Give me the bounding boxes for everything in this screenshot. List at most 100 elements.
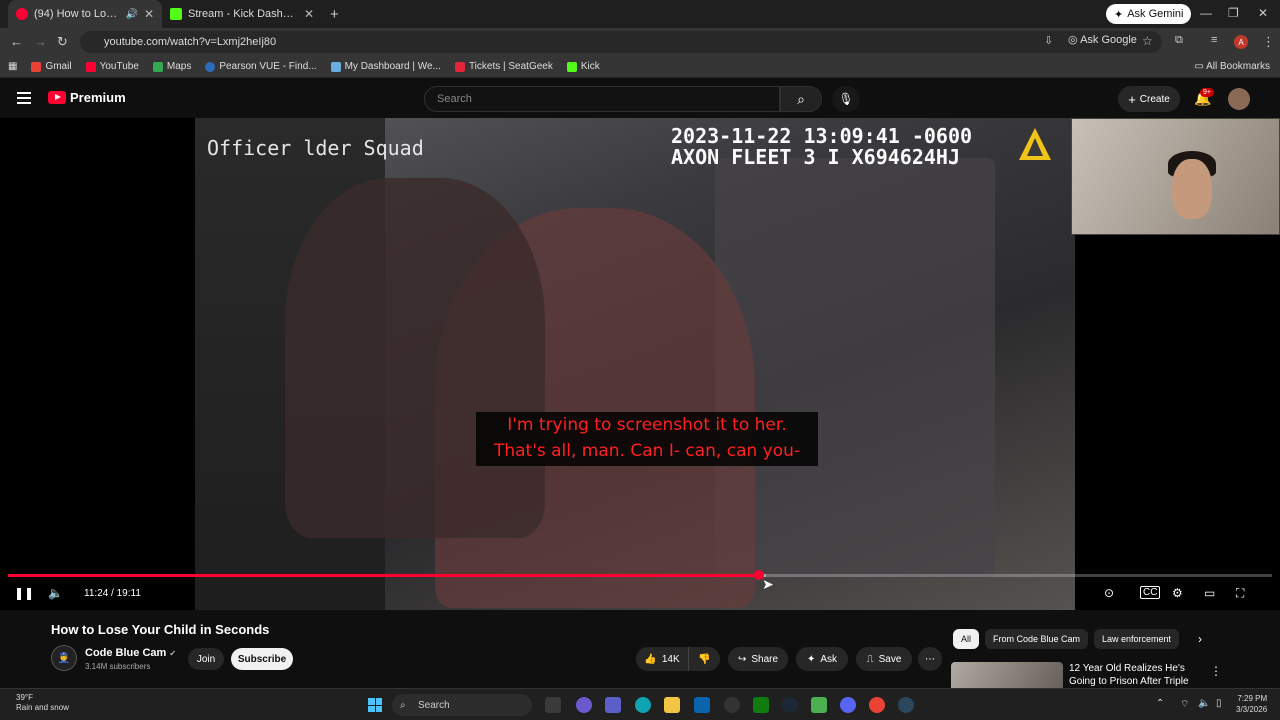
voice-search-button[interactable]: 🎙 bbox=[832, 86, 860, 112]
share-label: Share bbox=[751, 653, 779, 665]
close-icon[interactable]: ✕ bbox=[144, 7, 154, 21]
caption-line1: I'm trying to screenshot it to her. bbox=[507, 415, 787, 435]
profile-avatar[interactable]: A bbox=[1234, 35, 1248, 49]
bookmark-kick[interactable]: Kick bbox=[566, 61, 600, 72]
minimize-icon[interactable]: — bbox=[1200, 6, 1212, 20]
search-input[interactable]: Search bbox=[424, 86, 780, 112]
chevron-right-icon[interactable]: › bbox=[1198, 632, 1202, 646]
bookmark-maps[interactable]: Maps bbox=[152, 61, 191, 72]
bookmark-pearson[interactable]: Pearson VUE - Find... bbox=[205, 61, 317, 72]
video-frame[interactable]: Officer lder Squad 2023-11-22 13:09:41 -… bbox=[195, 118, 1075, 610]
hamburger-menu-icon[interactable] bbox=[17, 92, 31, 107]
captions-icon[interactable]: CC bbox=[1140, 586, 1161, 599]
ask-google-button[interactable]: ◎ Ask Google bbox=[1068, 33, 1137, 46]
bookmark-youtube[interactable]: YouTube bbox=[85, 61, 139, 72]
youtube-logo[interactable]: Premium bbox=[48, 90, 126, 105]
star-icon[interactable]: ☆ bbox=[1142, 34, 1153, 48]
all-bookmarks[interactable]: ▭ All Bookmarks bbox=[1194, 61, 1270, 72]
speaker-icon[interactable]: 🔊 bbox=[125, 9, 137, 20]
media-icon[interactable]: ≡ bbox=[1211, 34, 1217, 46]
share-button[interactable]: ↪ Share bbox=[728, 647, 788, 671]
axon-logo-icon bbox=[1019, 128, 1051, 160]
kick-favicon-icon bbox=[170, 8, 182, 20]
dashboard-icon bbox=[330, 61, 341, 72]
ask-gemini-button[interactable]: ✦ Ask Gemini bbox=[1106, 4, 1192, 24]
pause-icon[interactable]: ❚❚ bbox=[14, 586, 34, 600]
battery-icon[interactable]: ▯ bbox=[1216, 698, 1222, 709]
close-window-icon[interactable]: ✕ bbox=[1258, 6, 1268, 20]
bookmark-gmail[interactable]: Gmail bbox=[31, 61, 72, 72]
forward-icon[interactable]: → bbox=[34, 34, 47, 49]
more-vertical-icon[interactable]: ⋮ bbox=[1210, 664, 1222, 678]
outlook-icon[interactable] bbox=[694, 697, 710, 713]
steam-icon[interactable] bbox=[782, 697, 798, 713]
extensions-icon[interactable]: ⧉ bbox=[1175, 34, 1183, 47]
channel-avatar[interactable]: 👮 bbox=[51, 645, 77, 671]
system-clock[interactable]: 7:29 PM 3/3/2026 bbox=[1236, 693, 1267, 715]
apps-grid-icon[interactable]: ▦ bbox=[8, 61, 17, 72]
volume-icon[interactable]: 🔈 bbox=[48, 586, 63, 600]
dislike-button[interactable]: 👎 bbox=[688, 647, 720, 671]
channel-name[interactable]: Code Blue Cam ✔ bbox=[85, 647, 176, 659]
steam-icon[interactable] bbox=[898, 697, 914, 713]
xbox-icon[interactable] bbox=[753, 697, 769, 713]
minecraft-icon[interactable] bbox=[811, 697, 827, 713]
progress-bar[interactable] bbox=[8, 570, 1272, 580]
task-view-icon[interactable] bbox=[545, 697, 561, 713]
more-actions-button[interactable]: ⋯ bbox=[918, 647, 942, 671]
discord-icon[interactable] bbox=[840, 697, 856, 713]
weather-desc: Rain and snow bbox=[16, 703, 69, 712]
tab-title: (94) How to Lose Your Child in Seconds bbox=[34, 8, 121, 20]
search-button[interactable]: ⌕ bbox=[780, 86, 822, 112]
notification-badge: 9+ bbox=[1200, 88, 1214, 97]
back-icon[interactable]: ← bbox=[10, 34, 23, 49]
seatgeek-icon bbox=[454, 61, 465, 72]
tab-youtube[interactable]: (94) How to Lose Your Child in Seconds 🔊… bbox=[8, 0, 162, 28]
tab-kick[interactable]: Stream - Kick Dashboard ✕ bbox=[162, 0, 322, 28]
autoplay-toggle-icon[interactable]: ⊙ bbox=[1104, 586, 1114, 600]
subscribe-button[interactable]: Subscribe bbox=[231, 648, 293, 670]
chip-law-enforcement[interactable]: Law enforcement bbox=[1094, 629, 1180, 649]
edge-icon[interactable] bbox=[635, 697, 651, 713]
account-avatar[interactable] bbox=[1228, 88, 1250, 110]
bookmark-label: YouTube bbox=[99, 61, 139, 72]
like-count: 14K bbox=[661, 653, 680, 665]
windows-start-icon[interactable] bbox=[368, 698, 382, 712]
chip-from-channel[interactable]: From Code Blue Cam bbox=[985, 629, 1089, 649]
file-explorer-icon[interactable] bbox=[664, 697, 680, 713]
timestamp-line1: 2023-11-22 13:09:41 -0600 bbox=[671, 124, 973, 148]
close-icon[interactable]: ✕ bbox=[304, 7, 314, 21]
fullscreen-icon[interactable]: ⛶ bbox=[1236, 586, 1244, 601]
reload-icon[interactable]: ↻ bbox=[57, 34, 68, 50]
join-button[interactable]: Join bbox=[188, 648, 224, 670]
create-button[interactable]: + Create bbox=[1118, 86, 1180, 112]
network-icon[interactable]: ⌔ bbox=[1180, 698, 1189, 711]
menu-kebab-icon[interactable]: ⋮ bbox=[1262, 34, 1275, 50]
chrome-icon[interactable] bbox=[869, 697, 885, 713]
ask-button[interactable]: ✦ Ask bbox=[796, 647, 848, 671]
theater-mode-icon[interactable]: ▭ bbox=[1204, 586, 1215, 600]
bookmark-seatgeek[interactable]: Tickets | SeatGeek bbox=[454, 61, 553, 72]
thumbs-down-icon: 👎 bbox=[698, 653, 711, 665]
weather-widget[interactable]: 39°F Rain and snow bbox=[16, 693, 69, 713]
like-button[interactable]: 👍 14K bbox=[636, 647, 688, 671]
install-icon[interactable]: ⇩ bbox=[1044, 34, 1053, 47]
app-icon[interactable] bbox=[724, 697, 740, 713]
settings-gear-icon[interactable]: ⚙ bbox=[1172, 586, 1183, 600]
share-arrow-icon: ↪ bbox=[737, 653, 747, 665]
url-field[interactable]: youtube.com/watch?v=Lxmj2heIj80 bbox=[80, 31, 1162, 53]
taskbar-search[interactable]: ⌕ Search bbox=[392, 694, 532, 716]
url-text: youtube.com/watch?v=Lxmj2heIj80 bbox=[104, 36, 277, 48]
webcam-face bbox=[1172, 159, 1212, 219]
copilot-icon[interactable] bbox=[576, 697, 592, 713]
restore-icon[interactable]: ❐ bbox=[1228, 6, 1239, 20]
tray-chevron-icon[interactable]: ⌃ bbox=[1156, 698, 1164, 709]
new-tab-icon[interactable]: + bbox=[330, 6, 339, 23]
save-button[interactable]: ⎍ Save bbox=[856, 647, 912, 671]
chip-all[interactable]: All bbox=[953, 629, 980, 649]
bookmark-label: Kick bbox=[580, 61, 600, 72]
teams-icon[interactable] bbox=[605, 697, 621, 713]
bookmark-dashboard[interactable]: My Dashboard | We... bbox=[330, 61, 441, 72]
progress-played bbox=[8, 574, 759, 577]
volume-tray-icon[interactable]: 🔈 bbox=[1198, 698, 1210, 709]
